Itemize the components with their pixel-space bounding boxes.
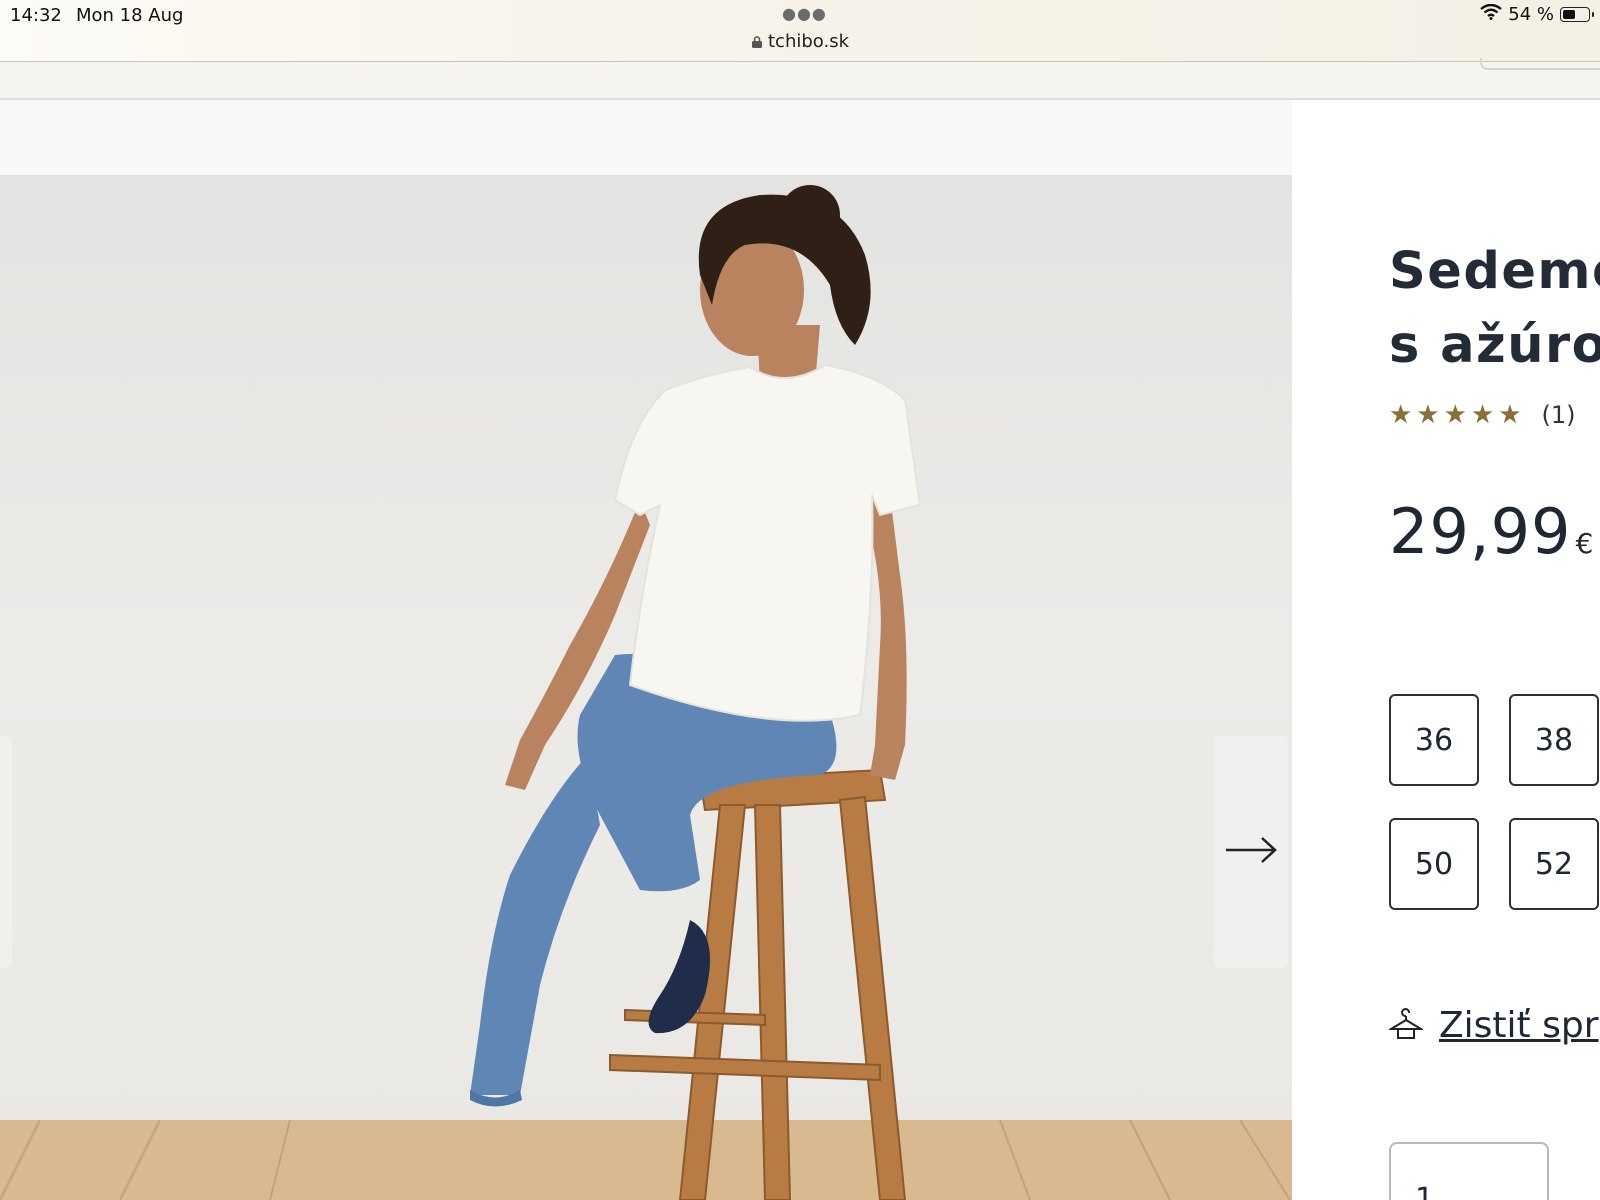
- size-option-36[interactable]: 36: [1389, 694, 1479, 786]
- size-finder-link[interactable]: Zistiť spr: [1439, 1005, 1599, 1046]
- product-info-panel: Sedemo s ažúrov ★★★★★ (1) 29,99 € 36 38 …: [1292, 100, 1600, 1200]
- price-value: 29,99: [1389, 495, 1572, 568]
- product-rating[interactable]: ★★★★★ (1): [1389, 400, 1576, 430]
- status-date: Mon 18 Aug: [76, 5, 184, 26]
- site-toolbar: [0, 58, 1600, 100]
- rating-stars-icon: ★★★★★: [1389, 400, 1526, 430]
- product-title-line2: s ažúrov: [1389, 316, 1600, 375]
- gallery-next-button[interactable]: [1214, 736, 1288, 968]
- product-photo[interactable]: [0, 175, 1292, 1200]
- wifi-icon: [1480, 3, 1503, 25]
- rating-count: (1): [1541, 401, 1576, 429]
- price-currency: €: [1575, 527, 1594, 560]
- battery-level: [1563, 10, 1575, 19]
- url-text: tchibo.sk: [768, 31, 850, 52]
- size-option-50[interactable]: 50: [1389, 818, 1479, 910]
- product-photo-illustration: [0, 185, 1292, 1200]
- chevron-down-icon: ⌄: [1495, 1188, 1513, 1200]
- hanger-icon: [1387, 1007, 1425, 1045]
- product-gallery: [0, 100, 1292, 1200]
- toolbar-button[interactable]: [1480, 58, 1600, 70]
- more-dots-icon[interactable]: ●●●: [782, 4, 827, 23]
- product-title: Sedemo s ažúrov: [1389, 235, 1600, 383]
- product-title-line1: Sedemo: [1389, 242, 1600, 301]
- size-option-38[interactable]: 38: [1509, 694, 1599, 786]
- arrow-right-icon: [1224, 835, 1278, 869]
- status-indicators: 54 %: [1480, 3, 1594, 25]
- size-option-52[interactable]: 52: [1509, 818, 1599, 910]
- address-bar[interactable]: tchibo.sk: [752, 31, 849, 52]
- browser-status-bar: 14:32 Mon 18 Aug ●●● tchibo.sk 54 %: [0, 0, 1600, 62]
- product-price: 29,99 €: [1389, 495, 1593, 568]
- battery-percent: 54 %: [1508, 4, 1554, 25]
- gallery-prev-button[interactable]: [0, 736, 12, 968]
- lock-icon: [752, 36, 762, 48]
- quantity-value: 1: [1415, 1182, 1435, 1200]
- quantity-select[interactable]: 1 ⌄: [1389, 1142, 1549, 1200]
- status-time: 14:32: [10, 5, 62, 26]
- size-finder[interactable]: Zistiť spr: [1387, 1005, 1599, 1046]
- battery-icon: [1560, 7, 1594, 22]
